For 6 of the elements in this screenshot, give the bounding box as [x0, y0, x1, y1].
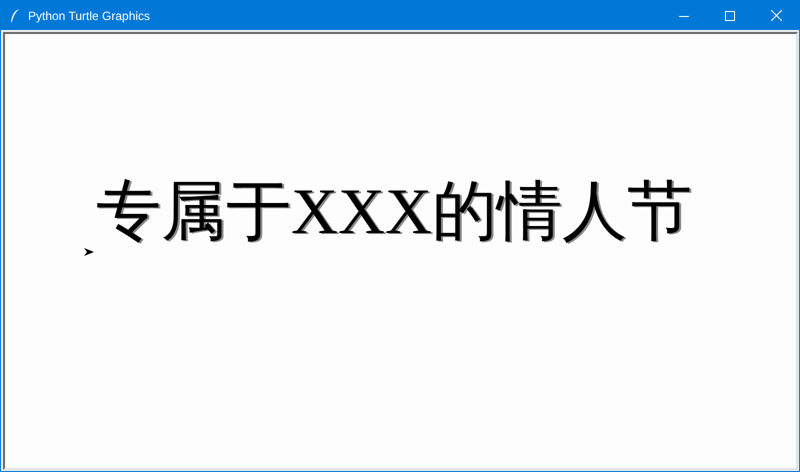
window-title: Python Turtle Graphics — [28, 8, 152, 22]
maximize-icon[interactable] — [725, 10, 735, 20]
turtle-arrow-icon — [84, 248, 94, 256]
canvas-text: 专属于XXX的情人节 — [96, 180, 692, 245]
feather-icon — [10, 8, 20, 22]
close-icon[interactable] — [770, 10, 782, 21]
